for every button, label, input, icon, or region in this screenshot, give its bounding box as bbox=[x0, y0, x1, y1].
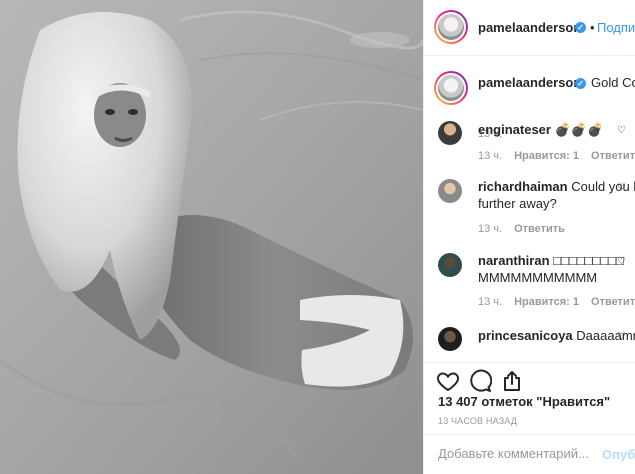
post-actions bbox=[424, 362, 635, 392]
comment-username[interactable]: naranthiran bbox=[478, 253, 550, 268]
comment-time[interactable]: 13 ч. bbox=[478, 296, 502, 308]
small-heart-icon[interactable]: ♡ bbox=[617, 331, 626, 342]
caption-avatar[interactable] bbox=[434, 71, 468, 105]
caption-username[interactable]: pamelaanderson bbox=[478, 74, 581, 92]
comment-text-continued: MMMMMMMMMMM bbox=[478, 270, 598, 285]
comment-body: richardhaiman Could you be bbox=[478, 178, 635, 196]
comment-input[interactable] bbox=[438, 446, 588, 461]
comment-username[interactable]: enginateser bbox=[478, 122, 551, 137]
comment-username[interactable]: princesanicoya bbox=[478, 328, 573, 343]
comment-time[interactable]: 13 ч. bbox=[478, 223, 502, 235]
post-side-panel: pamelaanderson ✓ • Подписаться pamelaand… bbox=[423, 0, 635, 474]
likes-count[interactable]: 13 407 отметок "Нравится" bbox=[438, 394, 610, 409]
reply-button[interactable]: Ответить bbox=[591, 296, 635, 308]
comment-text: 💣💣💣 bbox=[554, 122, 604, 137]
commenter-avatar[interactable] bbox=[438, 179, 462, 203]
comment-text-continued: further away? bbox=[478, 196, 557, 211]
post-comment-button[interactable]: Опубликовать bbox=[602, 447, 635, 462]
small-heart-icon[interactable]: ♡ bbox=[617, 182, 626, 193]
reply-button[interactable]: Ответить bbox=[514, 223, 565, 235]
share-icon[interactable] bbox=[500, 369, 524, 393]
commenter-avatar[interactable] bbox=[438, 253, 462, 277]
comment-text: □□□□□□□□□ bbox=[553, 253, 624, 268]
comment-likes[interactable]: Нравится: 1 bbox=[514, 150, 579, 162]
comment-text: Daaaaamn!! 🖤 bbox=[576, 328, 635, 343]
post-time[interactable]: 13 ЧАСОВ НАЗАД bbox=[438, 416, 517, 426]
comment-time[interactable]: 13 ч. bbox=[478, 150, 502, 162]
comment-body: naranthiran □□□□□□□□□ bbox=[478, 252, 624, 270]
comment-likes[interactable]: Нравится: 1 bbox=[514, 296, 579, 308]
caption-text: Gold Coast bbox=[591, 75, 635, 90]
commenter-avatar[interactable] bbox=[438, 327, 462, 351]
follow-separator: • bbox=[590, 20, 595, 35]
verified-badge-icon: ✓ bbox=[575, 22, 586, 33]
reply-button[interactable]: Ответить bbox=[591, 150, 635, 162]
small-heart-icon[interactable]: ♡ bbox=[617, 256, 626, 267]
comment-username[interactable]: richardhaiman bbox=[478, 179, 568, 194]
author-username[interactable]: pamelaanderson bbox=[478, 20, 581, 35]
post-photo[interactable] bbox=[0, 0, 423, 474]
follow-button[interactable]: Подписаться bbox=[597, 20, 635, 35]
heart-icon[interactable] bbox=[436, 369, 460, 393]
post-image bbox=[0, 0, 423, 474]
author-avatar[interactable] bbox=[434, 10, 468, 44]
comment-body: princesanicoya Daaaaamn!! 🖤 bbox=[478, 327, 635, 345]
comment-meta: 13 ч. Ответить bbox=[478, 223, 565, 235]
comment-icon[interactable] bbox=[468, 369, 492, 393]
comment-meta: 13 ч. Нравится: 1 Ответить bbox=[478, 150, 635, 162]
caption-verified-icon: ✓ bbox=[575, 78, 586, 89]
comment-body: enginateser 💣💣💣 bbox=[478, 121, 603, 139]
small-heart-icon[interactable]: ♡ bbox=[617, 125, 626, 136]
post-header: pamelaanderson ✓ • Подписаться bbox=[424, 0, 635, 56]
commenter-avatar[interactable] bbox=[438, 121, 462, 145]
comments-list[interactable]: pamelaanderson ✓ Gold Coast 13 ч. engina… bbox=[424, 57, 635, 359]
add-comment-bar: Опубликовать bbox=[424, 434, 635, 474]
comment-meta: 13 ч. Нравится: 1 Ответить bbox=[478, 296, 635, 308]
